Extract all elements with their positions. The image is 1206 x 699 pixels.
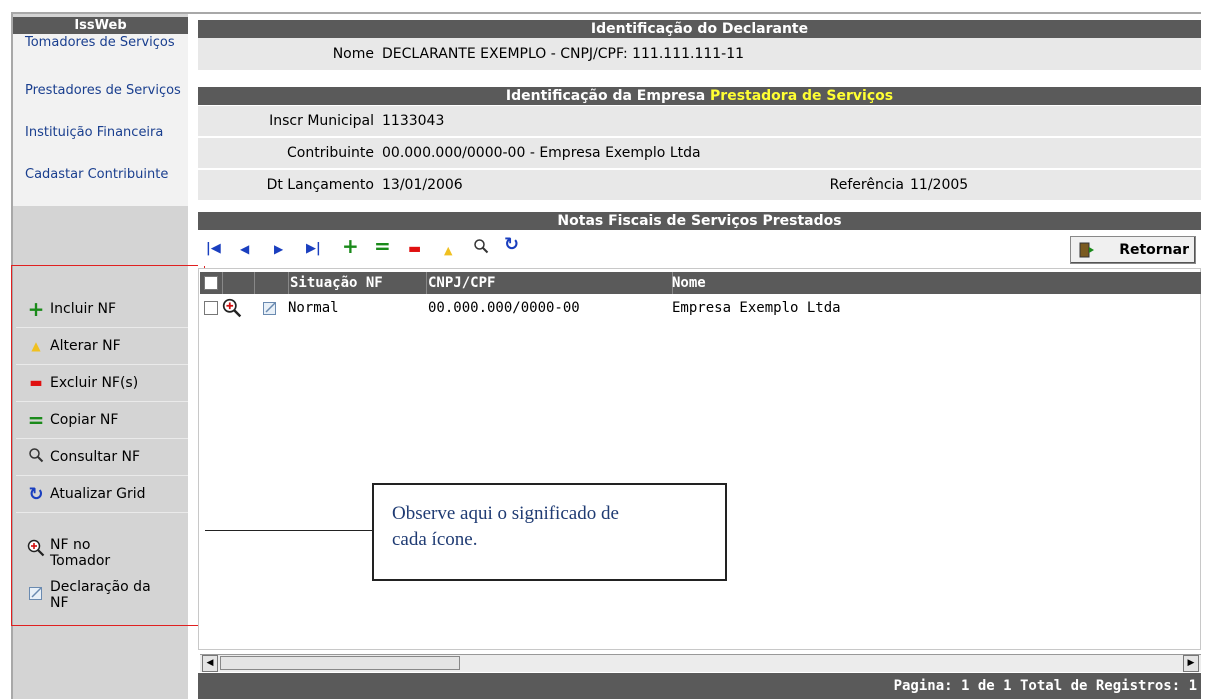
pagination-status: Pagina: 1 de 1 Total de Registros: 1 — [893, 678, 1197, 694]
sidebar-link-cadastrar[interactable]: Cadastar Contribuinte — [25, 168, 185, 182]
row-lancamento: Dt Lançamento 13/01/2006 Referência 11/2… — [198, 170, 1201, 202]
declaration-icon[interactable] — [262, 300, 278, 324]
row-checkbox[interactable] — [204, 301, 218, 315]
sidebar-links: Tomadores de Serviços Prestadores de Ser… — [13, 34, 188, 206]
icon-legend-highlight-box — [11, 265, 205, 626]
return-button[interactable]: Retornar — [1070, 236, 1196, 264]
section-title-prefix: Identificação da Empresa — [505, 88, 706, 104]
scroll-left-icon[interactable]: ◀ — [202, 655, 218, 672]
return-label: Retornar — [1119, 242, 1189, 258]
plus-icon[interactable]: + — [342, 236, 359, 256]
callout-leader-line — [205, 530, 372, 531]
data-grid — [198, 268, 1201, 650]
nome-label: Nome — [332, 46, 374, 62]
row-nome: Nome DECLARANTE EXEMPLO - CNPJ/CPF: 111.… — [198, 38, 1201, 72]
dt-lancamento-label: Dt Lançamento — [266, 177, 374, 193]
row-contribuinte: Contribuinte 00.000.000/0000-00 - Empres… — [198, 138, 1201, 170]
section-header-declarante: Identificação do Declarante — [198, 20, 1201, 38]
dt-lancamento-value: 13/01/2006 — [382, 177, 463, 193]
callout-text-line: cada ícone. — [392, 529, 478, 550]
row-inscricao: Inscr Municipal 1133043 — [198, 106, 1201, 138]
magnify-plus-icon[interactable] — [222, 298, 242, 322]
referencia-value: 11/2005 — [910, 177, 969, 193]
grid-status-bar: Pagina: 1 de 1 Total de Registros: 1 — [198, 673, 1201, 699]
triangle-up-icon[interactable]: ▲ — [444, 242, 452, 260]
header-spacer-cell — [222, 272, 255, 294]
next-icon[interactable]: ▶ — [274, 240, 283, 258]
prev-icon[interactable]: ◀ — [240, 240, 249, 258]
scrollbar-thumb[interactable] — [220, 656, 460, 670]
refresh-icon[interactable]: ↻ — [504, 236, 519, 254]
table-row[interactable]: Normal 00.000.000/0000-00 Empresa Exempl… — [200, 296, 1201, 320]
column-header-cnpj[interactable]: CNPJ/CPF — [426, 272, 673, 294]
section-header-empresa: Identificação da Empresa Prestadora de S… — [198, 87, 1201, 105]
contribuinte-value: 00.000.000/0000-00 - Empresa Exemplo Ltd… — [382, 145, 701, 161]
callout-text-line: Observe aqui o significado de — [392, 503, 619, 524]
door-exit-icon — [1077, 241, 1095, 268]
select-all-checkbox[interactable] — [204, 276, 218, 290]
callout-note: Observe aqui o significado de cada ícone… — [372, 483, 727, 581]
sidebar-title: IssWeb — [13, 17, 188, 34]
equals-icon[interactable]: = — [374, 236, 391, 256]
scroll-right-icon[interactable]: ▶ — [1183, 655, 1199, 672]
section-title-highlight: Prestadora de Serviços — [710, 88, 894, 104]
column-header-situacao[interactable]: Situação NF — [288, 272, 427, 294]
grid-toolbar: |◀ ◀ ▶ ▶| + = ▬ ▲ ↻ — [198, 232, 1201, 266]
sidebar-link-prestadores[interactable]: Prestadores de Serviços — [25, 84, 185, 98]
header-spacer-cell — [254, 272, 289, 294]
section-header-notas: Notas Fiscais de Serviços Prestados — [198, 212, 1201, 230]
minus-icon[interactable]: ▬ — [408, 240, 421, 258]
cell-nome: Empresa Exemplo Ltda — [672, 300, 841, 316]
cell-cnpj: 00.000.000/0000-00 — [428, 300, 580, 316]
first-icon[interactable]: |◀ — [206, 240, 221, 258]
sidebar-link-tomadores[interactable]: Tomadores de Serviços — [25, 36, 185, 50]
header-select-cell — [200, 272, 223, 294]
grid-header: Situação NF CNPJ/CPF Nome — [200, 272, 1201, 294]
referencia-label: Referência — [829, 177, 904, 193]
inscr-label: Inscr Municipal — [269, 113, 374, 129]
nome-value: DECLARANTE EXEMPLO - CNPJ/CPF: 111.111.1… — [382, 46, 745, 62]
inscr-value: 1133043 — [382, 113, 445, 129]
search-icon[interactable] — [473, 238, 489, 258]
cell-situacao: Normal — [288, 300, 339, 316]
contribuinte-label: Contribuinte — [287, 145, 374, 161]
column-header-nome[interactable]: Nome — [670, 272, 1202, 294]
sidebar-link-instituicao[interactable]: Instituição Financeira — [25, 126, 185, 140]
last-icon[interactable]: ▶| — [306, 240, 321, 258]
